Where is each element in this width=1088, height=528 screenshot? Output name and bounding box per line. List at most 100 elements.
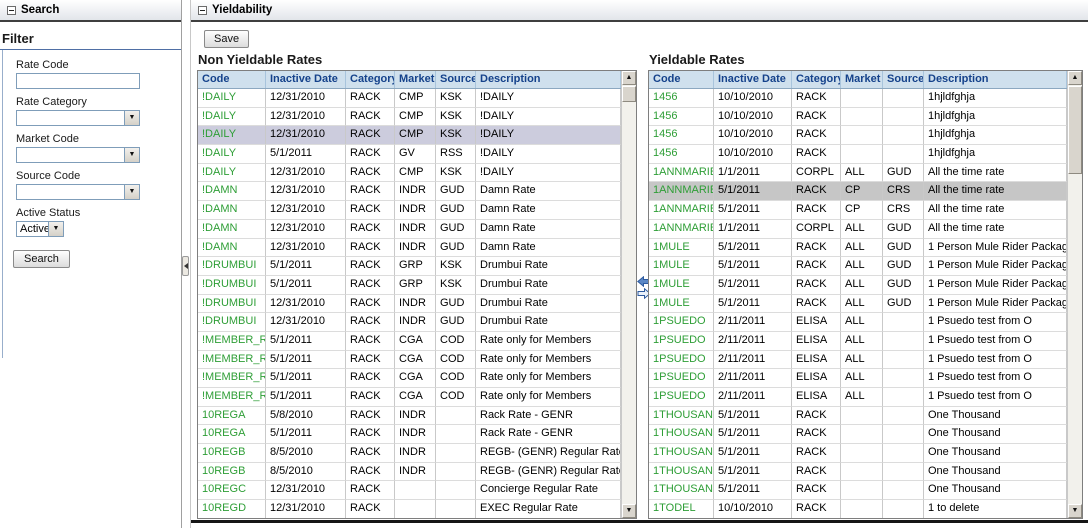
table-row[interactable]: 1MULE5/1/2011RACKALLGUD1 Person Mule Rid…	[649, 295, 1067, 314]
table-row[interactable]: 10REGA5/1/2011RACKINDRRack Rate - GENR	[198, 425, 621, 444]
table-row[interactable]: 1ANNMARIE1/1/2011CORPLALLGUDAll the time…	[649, 220, 1067, 239]
chevron-down-icon[interactable]: ▼	[48, 222, 63, 236]
rate-code-input[interactable]	[16, 73, 140, 89]
cell: ALL	[841, 369, 883, 388]
table-row[interactable]: 1THOUSAND5/1/2011RACKOne Thousand	[649, 444, 1067, 463]
table-row[interactable]: 1PSUEDO2/11/2011ELISAALL1 Psuedo test fr…	[649, 351, 1067, 370]
table-row[interactable]: 1THOUSAND5/1/2011RACKOne Thousand	[649, 407, 1067, 426]
table-row[interactable]: 1THOUSAND5/1/2011RACKOne Thousand	[649, 463, 1067, 482]
column-header-source[interactable]: Source	[436, 71, 476, 88]
column-header-description[interactable]: Description	[476, 71, 621, 88]
cell: ALL	[841, 295, 883, 314]
search-button[interactable]: Search	[13, 250, 70, 268]
column-header-inactive-date[interactable]: Inactive Date	[266, 71, 346, 88]
table-row[interactable]: 10REGC12/31/2010RACKConcierge Regular Ra…	[198, 481, 621, 500]
table-row[interactable]: !MEMBER_RA...5/1/2011RACKCGACODRate only…	[198, 351, 621, 370]
table-row[interactable]: 1MULE5/1/2011RACKALLGUD1 Person Mule Rid…	[649, 257, 1067, 276]
table-row[interactable]: !MEMBER_RA...5/1/2011RACKCGACODRate only…	[198, 332, 621, 351]
chevron-down-icon[interactable]: ▼	[124, 111, 139, 125]
table-row[interactable]: !MEMBER_RA...5/1/2011RACKCGACODRate only…	[198, 388, 621, 407]
yieldability-panel-header[interactable]: Yieldability	[191, 0, 1088, 22]
table-row[interactable]: !DRUMBUI12/31/2010RACKINDRGUDDrumbui Rat…	[198, 313, 621, 332]
scrollbar-thumb[interactable]	[1068, 86, 1082, 174]
scroll-up-icon[interactable]: ▲	[622, 71, 636, 85]
cell: All the time rate	[924, 182, 1067, 201]
cell: CMP	[395, 126, 436, 145]
table-row[interactable]: !DAILY12/31/2010RACKCMPKSK!DAILY	[198, 164, 621, 183]
table-row[interactable]: !DAMN12/31/2010RACKINDRGUDDamn Rate	[198, 201, 621, 220]
cell: GUD	[883, 276, 924, 295]
cell-code: !DAILY	[198, 89, 266, 108]
source-code-dropdown[interactable]: ▼	[16, 184, 140, 200]
cell: 2/11/2011	[714, 369, 792, 388]
market-code-dropdown[interactable]: ▼	[16, 147, 140, 163]
cell: RACK	[346, 89, 395, 108]
cell-code: 10REGA	[198, 407, 266, 426]
collapse-icon[interactable]	[198, 6, 207, 15]
table-row[interactable]: 145610/10/2010RACK1hjldfghja	[649, 145, 1067, 164]
table-row[interactable]: 10REGD12/31/2010RACKEXEC Regular Rate	[198, 500, 621, 518]
column-header-market[interactable]: Market	[841, 71, 883, 88]
table-row[interactable]: 1PSUEDO2/11/2011ELISAALL1 Psuedo test fr…	[649, 313, 1067, 332]
column-header-source[interactable]: Source	[883, 71, 924, 88]
scroll-down-icon[interactable]: ▼	[1068, 504, 1082, 518]
table-row[interactable]: 1PSUEDO2/11/2011ELISAALL1 Psuedo test fr…	[649, 332, 1067, 351]
table-row[interactable]: !DAILY5/1/2011RACKGVRSS!DAILY	[198, 145, 621, 164]
table-row[interactable]: 1ANNMARIE1/1/2011CORPLALLGUDAll the time…	[649, 164, 1067, 183]
table-row[interactable]: 1ANNMARIE5/1/2011RACKCPCRSAll the time r…	[649, 201, 1067, 220]
table-row[interactable]: 10REGB8/5/2010RACKINDRREGB- (GENR) Regul…	[198, 463, 621, 482]
table-row[interactable]: 145610/10/2010RACK1hjldfghja	[649, 89, 1067, 108]
table-row[interactable]: 145610/10/2010RACK1hjldfghja	[649, 126, 1067, 145]
table-row[interactable]: 1MULE5/1/2011RACKALLGUD1 Person Mule Rid…	[649, 276, 1067, 295]
scrollbar-thumb[interactable]	[622, 86, 636, 102]
active-status-dropdown[interactable]: Active ▼	[16, 221, 64, 237]
cell	[883, 407, 924, 426]
column-header-description[interactable]: Description	[924, 71, 1067, 88]
table-row[interactable]: 1PSUEDO2/11/2011ELISAALL1 Psuedo test fr…	[649, 388, 1067, 407]
scroll-down-icon[interactable]: ▼	[622, 504, 636, 518]
column-header-category[interactable]: Category	[346, 71, 395, 88]
column-header-market[interactable]: Market	[395, 71, 436, 88]
table-row[interactable]: 10REGB8/5/2010RACKINDRREGB- (GENR) Regul…	[198, 444, 621, 463]
cell: GUD	[883, 220, 924, 239]
save-button[interactable]: Save	[204, 30, 249, 48]
panel-splitter[interactable]	[182, 0, 190, 528]
table-row[interactable]: !DRUMBUI5/1/2011RACKGRPKSKDrumbui Rate	[198, 257, 621, 276]
cell: ALL	[841, 276, 883, 295]
cell: ALL	[841, 332, 883, 351]
table-row[interactable]: 1THOUSAND5/1/2011RACKOne Thousand	[649, 481, 1067, 500]
table-row[interactable]: 1ANNMARIE5/1/2011RACKCPCRSAll the time r…	[649, 182, 1067, 201]
column-header-inactive-date[interactable]: Inactive Date	[714, 71, 792, 88]
search-panel-header[interactable]: Search	[0, 0, 181, 22]
chevron-down-icon[interactable]: ▼	[124, 185, 139, 199]
chevron-down-icon[interactable]: ▼	[124, 148, 139, 162]
vertical-scrollbar[interactable]: ▲ ▼	[1067, 71, 1082, 518]
cell: CP	[841, 182, 883, 201]
table-row[interactable]: 1PSUEDO2/11/2011ELISAALL1 Psuedo test fr…	[649, 369, 1067, 388]
table-row[interactable]: !DAMN12/31/2010RACKINDRGUDDamn Rate	[198, 220, 621, 239]
table-row[interactable]: !DRUMBUI5/1/2011RACKGRPKSKDrumbui Rate	[198, 276, 621, 295]
table-row[interactable]: 10REGA5/8/2010RACKINDRRack Rate - GENR	[198, 407, 621, 426]
table-row[interactable]: 1THOUSAND5/1/2011RACKOne Thousand	[649, 425, 1067, 444]
cell: 1 Psuedo test from O	[924, 313, 1067, 332]
table-row[interactable]: 1TODEL10/10/2010RACK1 to delete	[649, 500, 1067, 518]
collapse-icon[interactable]	[7, 6, 16, 15]
column-header-code[interactable]: Code	[649, 71, 714, 88]
splitter-collapse-handle[interactable]	[182, 256, 189, 276]
table-row[interactable]: !DAMN12/31/2010RACKINDRGUDDamn Rate	[198, 182, 621, 201]
table-row[interactable]: !DAILY12/31/2010RACKCMPKSK!DAILY	[198, 108, 621, 127]
rate-category-dropdown[interactable]: ▼	[16, 110, 140, 126]
cell: 8/5/2010	[266, 463, 346, 482]
cell	[841, 126, 883, 145]
table-row[interactable]: 1MULE5/1/2011RACKALLGUD1 Person Mule Rid…	[649, 239, 1067, 258]
column-header-code[interactable]: Code	[198, 71, 266, 88]
scroll-up-icon[interactable]: ▲	[1068, 71, 1082, 85]
table-row[interactable]: !DAILY12/31/2010RACKCMPKSK!DAILY	[198, 89, 621, 108]
vertical-scrollbar[interactable]: ▲ ▼	[621, 71, 636, 518]
table-row[interactable]: 145610/10/2010RACK1hjldfghja	[649, 108, 1067, 127]
table-row[interactable]: !DAILY12/31/2010RACKCMPKSK!DAILY	[198, 126, 621, 145]
table-row[interactable]: !MEMBER_RA...5/1/2011RACKCGACODRate only…	[198, 369, 621, 388]
table-row[interactable]: !DRUMBUI12/31/2010RACKINDRGUDDrumbui Rat…	[198, 295, 621, 314]
column-header-category[interactable]: Category	[792, 71, 841, 88]
table-row[interactable]: !DAMN12/31/2010RACKINDRGUDDamn Rate	[198, 239, 621, 258]
